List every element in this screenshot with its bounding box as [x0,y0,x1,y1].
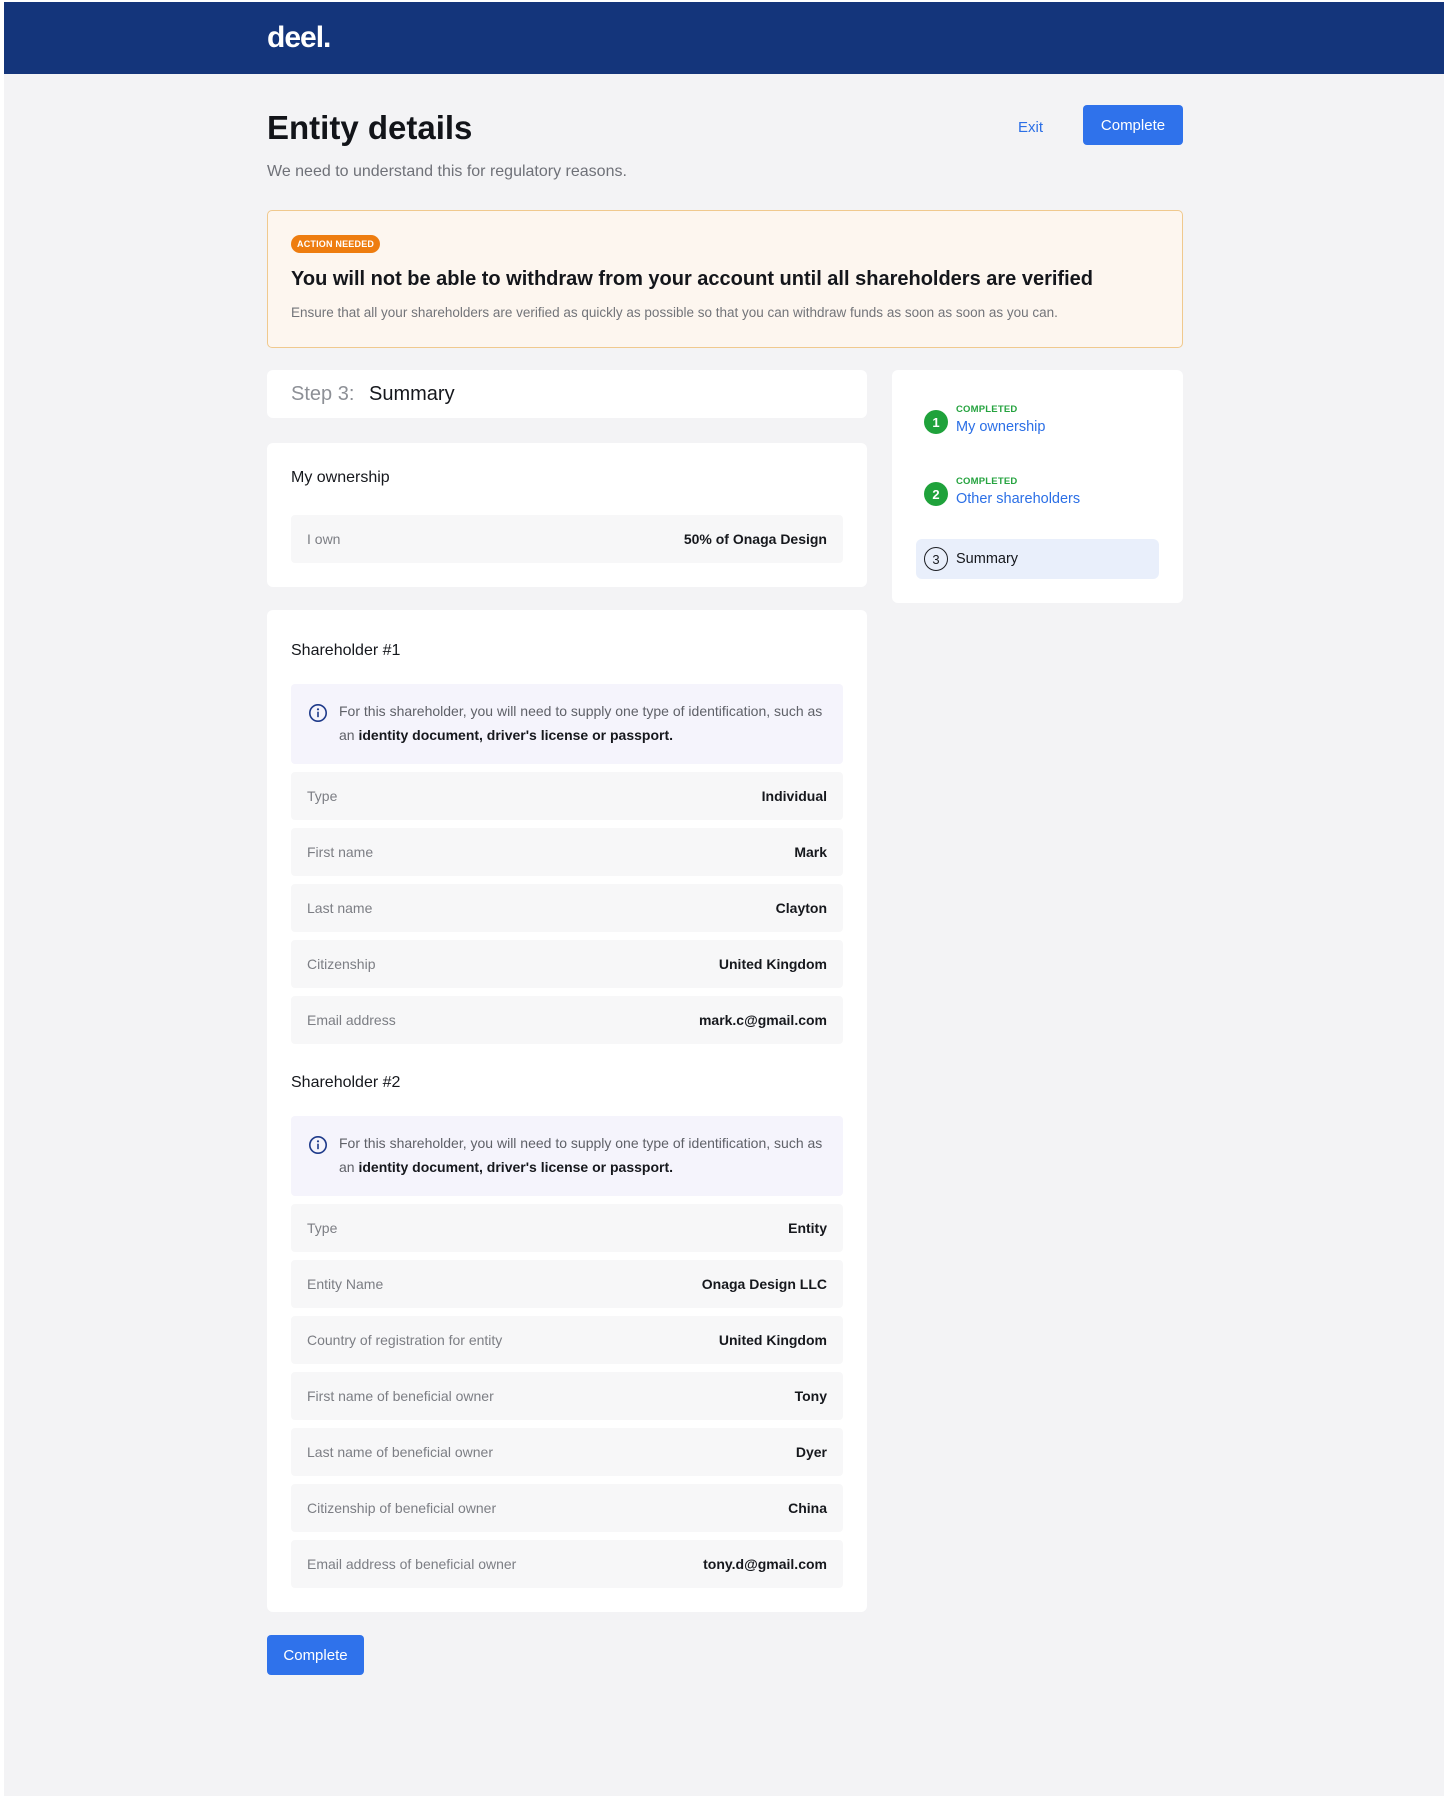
row-label: Entity Name [307,1276,384,1292]
shareholder-2-info-box: For this shareholder, you will need to s… [291,1116,843,1196]
step-number-badge: 2 [924,482,948,506]
step-status-completed: COMPLETED [956,404,1018,415]
row-value: tony.d@gmail.com [703,1556,827,1572]
ownership-card: My ownership I own 50% of Onaga Design [267,443,867,587]
row-value: Individual [761,788,827,804]
stepper-item-summary[interactable]: 3 Summary [916,539,1159,579]
table-row: Last name of beneficial owner Dyer [291,1428,843,1476]
table-row: First name of beneficial owner Tony [291,1372,843,1420]
step-link-my-ownership[interactable]: My ownership [956,417,1045,437]
row-label: Citizenship of beneficial owner [307,1500,497,1516]
table-row: Type Entity [291,1204,843,1252]
table-row: Citizenship United Kingdom [291,940,843,988]
ownership-title: My ownership [291,469,390,486]
progress-stepper: 1 COMPLETED My ownership 2 COMPLETED Oth… [892,370,1183,603]
top-navbar: deel. [4,2,1444,74]
row-value: Dyer [795,1444,827,1460]
page-subtitle: We need to understand this for regulator… [267,163,627,180]
table-row: Entity Name Onaga Design LLC [291,1260,843,1308]
step-status-completed: COMPLETED [956,476,1018,487]
shareholders-card: Shareholder #1 For this shareholder, you… [267,610,867,1612]
action-needed-alert: ACTION NEEDED You will not be able to wi… [267,210,1183,348]
row-label: I own [307,531,341,547]
row-value: Entity [788,1220,827,1236]
row-label: Type [307,788,338,804]
row-value: Clayton [775,900,827,916]
action-needed-badge: ACTION NEEDED [291,235,381,253]
row-label: Last name of beneficial owner [307,1444,493,1460]
complete-button-bottom[interactable]: Complete [267,1635,364,1675]
row-value: China [788,1500,827,1516]
info-icon [309,1136,327,1154]
ownership-row: I own 50% of Onaga Design [291,515,843,563]
shareholder-2-title: Shareholder #2 [291,1074,401,1091]
table-row: Email address mark.c@gmail.com [291,996,843,1044]
table-row: First name Mark [291,828,843,876]
stepper-item-my-ownership[interactable]: 1 COMPLETED My ownership [916,402,1159,442]
step-number-badge: 1 [924,410,948,434]
info-icon [309,704,327,722]
row-label: First name of beneficial owner [307,1388,494,1404]
stepper-item-other-shareholders[interactable]: 2 COMPLETED Other shareholders [916,474,1159,514]
table-row: Email address of beneficial owner tony.d… [291,1540,843,1588]
row-value: Onaga Design LLC [701,1276,827,1292]
row-label: Country of registration for entity [307,1332,503,1348]
app-root: deel. Entity details We need to understa… [4,2,1444,1796]
row-value: Tony [794,1388,827,1404]
info-text-bold: identity document, driver's license or p… [358,1159,673,1175]
row-value: mark.c@gmail.com [698,1012,827,1028]
row-label: Email address of beneficial owner [307,1556,517,1572]
row-label: Type [307,1220,338,1236]
step-name: Summary [369,383,455,405]
step-link-other-shareholders[interactable]: Other shareholders [956,489,1080,509]
row-label: Citizenship [307,956,376,972]
exit-link[interactable]: Exit [1018,118,1043,138]
info-text: For this shareholder, you will need to s… [339,699,829,747]
alert-title: You will not be able to withdraw from yo… [291,268,1093,290]
table-row: Citizenship of beneficial owner China [291,1484,843,1532]
table-row: Type Individual [291,772,843,820]
row-label: First name [307,844,374,860]
deel-logo[interactable]: deel. [267,20,331,56]
table-row: Country of registration for entity Unite… [291,1316,843,1364]
shareholder-1-title: Shareholder #1 [291,642,401,659]
row-value: United Kingdom [718,1332,827,1348]
info-text-bold: identity document, driver's license or p… [358,727,673,743]
table-row: Last name Clayton [291,884,843,932]
step-number-badge: 3 [924,547,948,571]
info-text: For this shareholder, you will need to s… [339,1131,829,1179]
row-value: 50% of Onaga Design [683,531,827,547]
row-value: Mark [794,844,827,860]
row-label: Email address [307,1012,396,1028]
shareholder-1-info-box: For this shareholder, you will need to s… [291,684,843,764]
step-header-card: Step 3: Summary [267,370,867,418]
row-value: United Kingdom [718,956,827,972]
step-prefix: Step 3: [291,383,355,405]
page-title: Entity details [267,109,473,146]
row-label: Last name [307,900,373,916]
alert-body: Ensure that all your shareholders are ve… [291,305,1058,320]
complete-button-header[interactable]: Complete [1083,105,1183,145]
step-label-summary: Summary [956,551,1019,567]
